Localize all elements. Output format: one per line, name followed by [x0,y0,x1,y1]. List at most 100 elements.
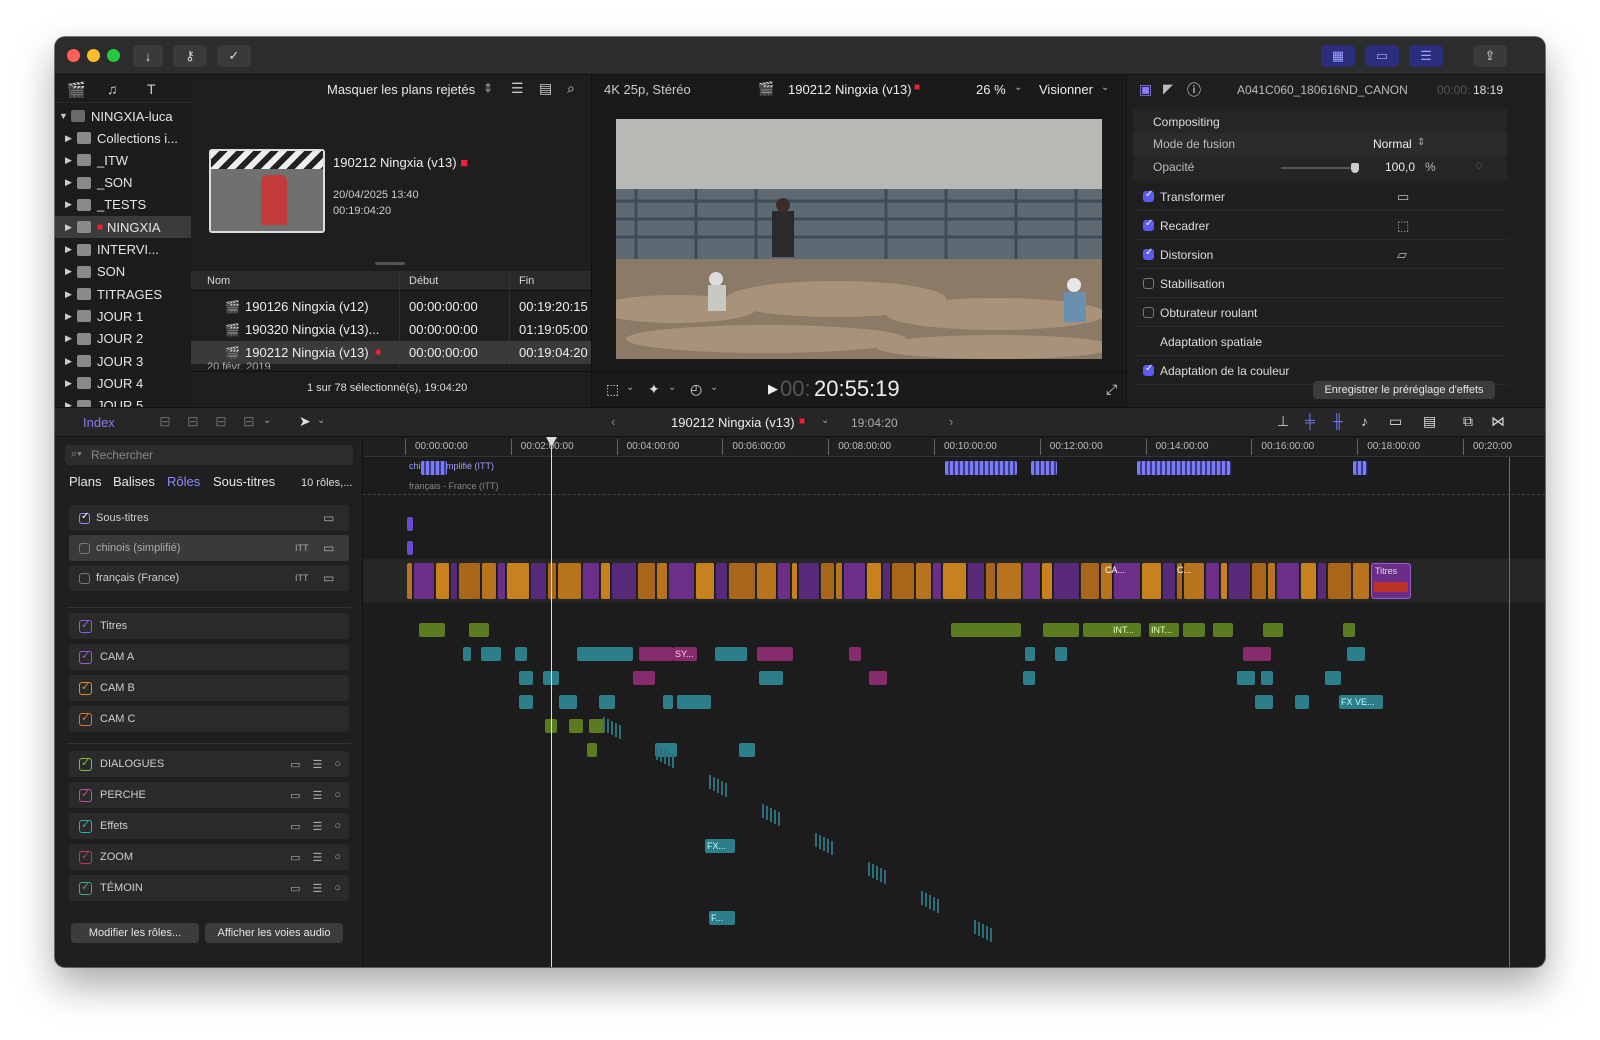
inspector-section[interactable]: Transformer▭ [1133,183,1508,211]
storyline-clip[interactable] [821,563,835,599]
index-search-field[interactable]: ⌕▾ Rechercher [65,445,353,465]
storyline-clip[interactable] [1229,563,1251,599]
audio-clip-sliver[interactable] [607,719,609,733]
storyline-clip[interactable] [1268,563,1276,599]
audio-clip-sliver[interactable] [815,833,817,847]
audio-clip[interactable] [757,647,793,661]
opacity-slider-knob[interactable] [1351,163,1359,173]
fullscreen-icon[interactable]: ⤢ [1106,381,1117,398]
inspector-section[interactable]: Stabilisation [1133,270,1508,298]
storyline-clip[interactable] [507,563,530,599]
storyline-clip[interactable] [1163,563,1176,599]
connect-clip-icon[interactable]: ⊟ [159,413,171,430]
event-item[interactable]: ▶TITRAGES [55,283,191,305]
storyline-clip[interactable] [1081,563,1100,599]
storyline-clip[interactable] [482,563,497,599]
disclosure-closed-icon[interactable]: ▶ [65,378,75,389]
audio-role-row[interactable]: PERCHE▭☰○ [69,782,349,808]
column-end[interactable]: Fin [519,275,534,287]
subtitle-role-row[interactable]: français (France)ITT▭ [69,565,349,591]
audio-clip-sliver[interactable] [982,924,984,938]
audio-clip-sliver[interactable] [925,893,927,907]
distort-icon[interactable]: ▱ [1397,247,1407,263]
storyline-clip[interactable] [1328,563,1352,599]
audio-clip-sliver[interactable] [766,806,768,820]
audio-clip[interactable] [599,695,615,709]
zoom-popup[interactable]: 26 % [976,82,1006,97]
storyline-clip[interactable] [1206,563,1220,599]
storyline-clip[interactable] [916,563,932,599]
audio-skimming-icon[interactable]: ⊥ [1277,413,1289,430]
storyline-clip[interactable] [451,563,458,599]
audio-clip[interactable] [869,671,887,685]
caption-clip[interactable] [421,461,447,475]
event-item[interactable]: ▶_TESTS [55,194,191,216]
role-checkbox[interactable] [79,573,90,584]
storyline-clip[interactable] [407,563,413,599]
video-role-row[interactable]: CAM B [69,675,349,701]
storyline-clip[interactable] [1023,563,1041,599]
lane-icon[interactable]: ▭ [290,789,300,802]
disclosure-closed-icon[interactable]: ▶ [65,222,75,233]
snapping-icon[interactable]: ╫ [1333,413,1343,429]
storyline-clip[interactable] [498,563,506,599]
audio-clip[interactable] [1261,671,1273,685]
speedometer-icon[interactable]: ◴ [690,381,702,398]
audio-clip-sliver[interactable] [615,723,617,737]
disclosure-closed-icon[interactable]: ▶ [65,333,75,344]
section-checkbox[interactable] [1143,307,1154,318]
audio-clip[interactable] [981,623,1021,637]
index-button[interactable]: Index [83,415,115,430]
audio-clip[interactable] [463,647,471,661]
caption-clip[interactable] [945,461,1017,475]
audio-clip-sliver[interactable] [721,781,723,795]
transform-icon[interactable]: ⬚ [606,381,619,398]
clip-appearance-icon[interactable]: ▭ [1389,413,1402,430]
table-row[interactable]: 🎬190320 Ningxia (v13)...00:00:00:0001:19… [191,318,591,341]
storyline-clip[interactable] [1277,563,1300,599]
bowtie-icon[interactable]: ⋈ [1491,413,1505,430]
audio-clip-sliver[interactable] [713,777,715,791]
audio-clip[interactable] [715,647,747,661]
storyline-clip[interactable] [867,563,882,599]
audio-clip[interactable] [1213,623,1233,637]
audio-clip[interactable] [1263,623,1283,637]
timeline-toggle-button[interactable]: ▭ [1365,45,1399,67]
storyline-clip[interactable] [778,563,791,599]
audio-clip[interactable] [1255,695,1273,709]
disclosure-closed-icon[interactable]: ▶ [65,177,75,188]
role-checkbox[interactable] [79,513,90,524]
audio-clip-sliver[interactable] [778,812,780,826]
storyline-clip[interactable] [1142,563,1162,599]
storyline-clip[interactable] [1221,563,1228,599]
audio-clip-sliver[interactable] [664,750,666,764]
audio-clip-sliver[interactable] [770,808,772,822]
select-tool-icon[interactable]: ➤ [299,413,311,430]
audio-clip-sliver[interactable] [876,866,878,880]
lane-icon[interactable]: ▭ [323,541,334,555]
storyline-clip[interactable] [1042,563,1053,599]
video-role-row[interactable]: CAM A [69,644,349,670]
event-item[interactable]: ▶JOUR 1 [55,305,191,327]
audio-clip[interactable] [587,743,597,757]
audio-clip-sliver[interactable] [611,721,613,735]
list-view-icon[interactable]: ☰ [511,80,524,97]
storyline-clip[interactable] [583,563,600,599]
audio-clip[interactable] [1023,671,1035,685]
storyline-clip[interactable] [968,563,985,599]
zoom-window-button[interactable] [107,49,120,62]
inspector-section[interactable]: Recadrer⬚ [1133,212,1508,240]
video-frame[interactable] [616,119,1102,359]
opacity-slider[interactable] [1281,167,1355,169]
audio-clip[interactable] [739,743,755,757]
event-item[interactable]: ▶JOUR 3 [55,350,191,372]
audio-clip-sliver[interactable] [819,835,821,849]
audio-clip[interactable] [515,647,527,661]
section-checkbox[interactable] [1143,220,1154,231]
storyline-clip[interactable] [531,563,547,599]
audio-clip[interactable] [759,671,783,685]
audio-role-row[interactable]: ZOOM▭☰○ [69,844,349,870]
subtitle-role-row[interactable]: chinois (simplifié)ITT▭ [69,535,349,561]
audio-clip-sliver[interactable] [717,779,719,793]
section-checkbox[interactable] [1143,278,1154,289]
